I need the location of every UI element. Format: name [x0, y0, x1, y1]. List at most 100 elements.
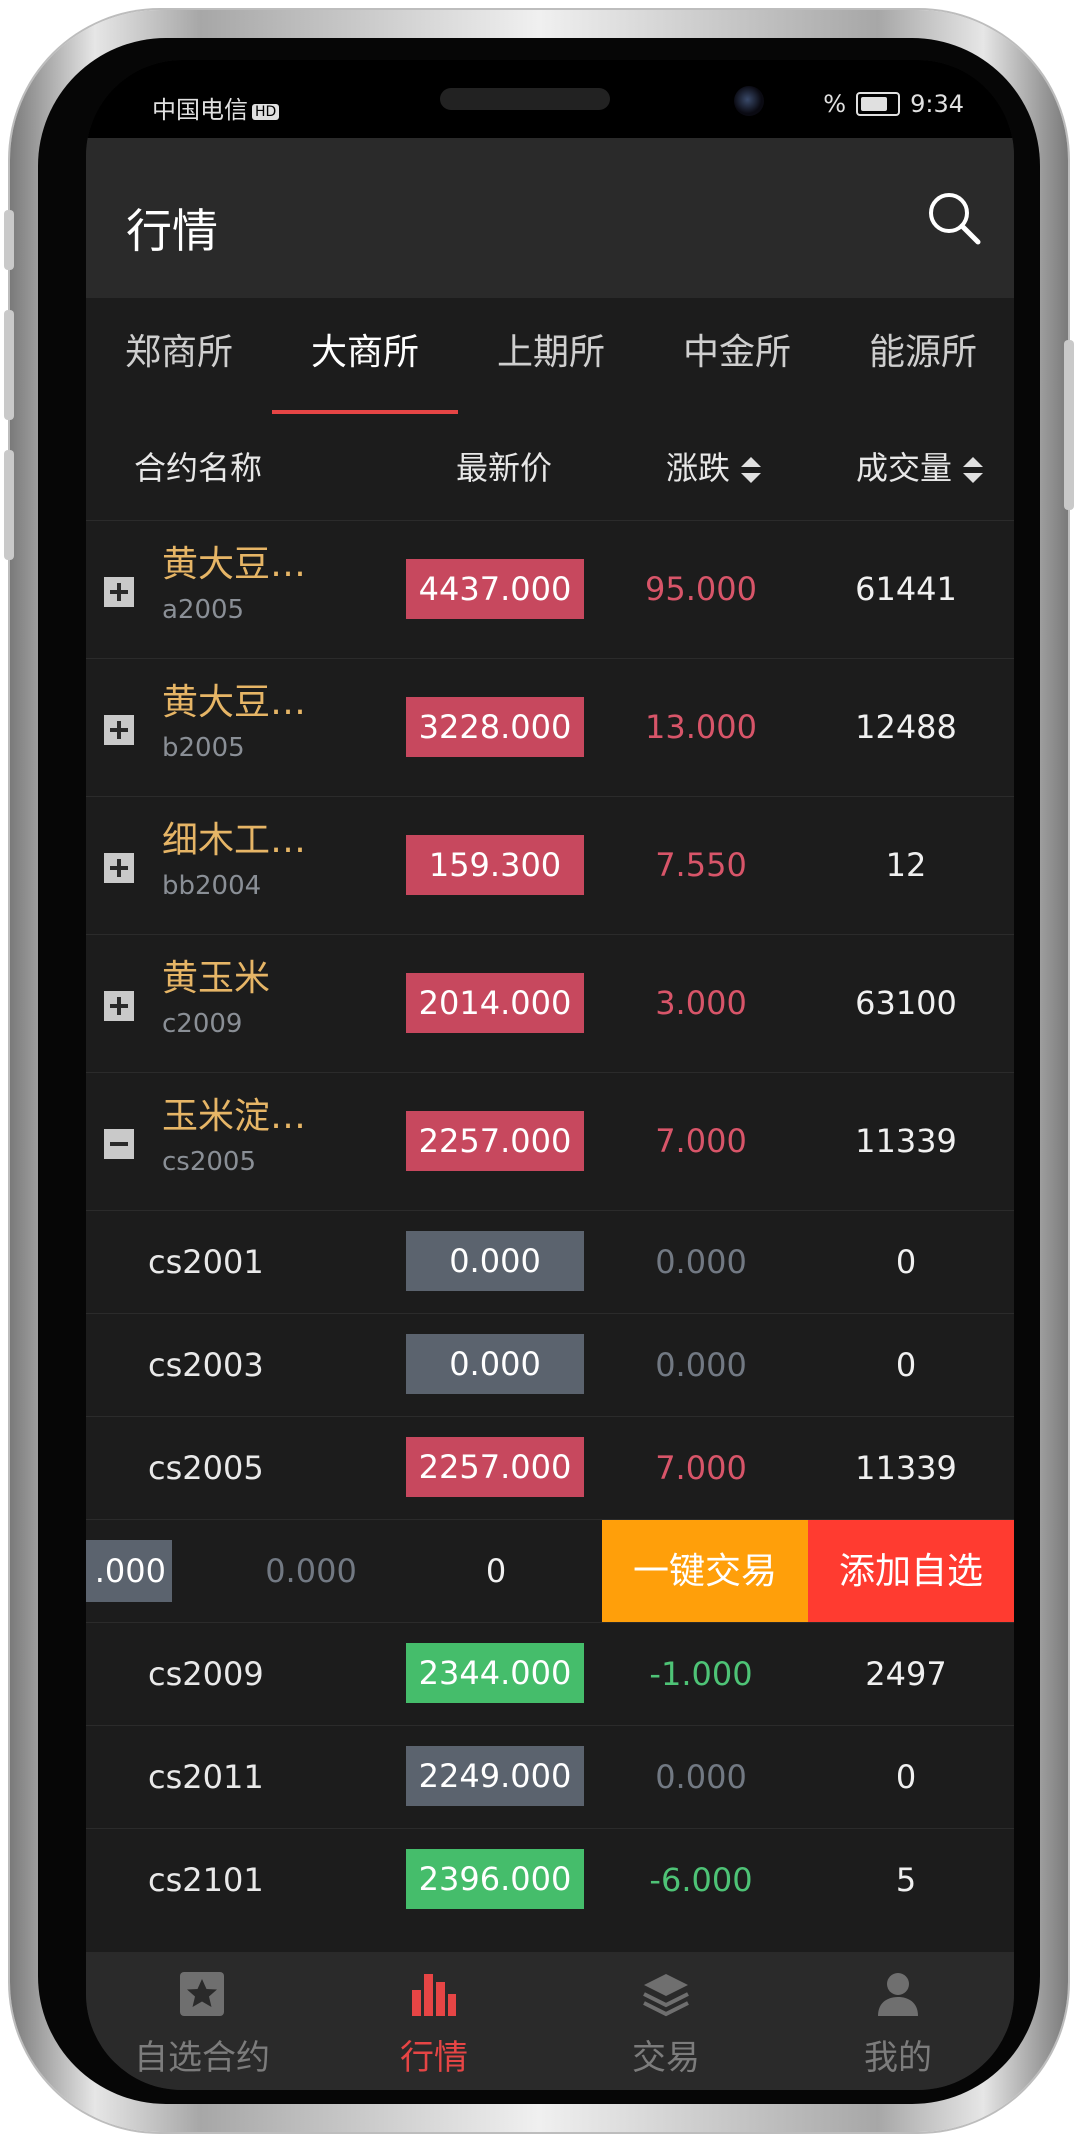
- quick-trade-button[interactable]: 一键交易: [602, 1520, 808, 1623]
- collapse-icon[interactable]: [104, 1129, 134, 1159]
- contract-code: b2005: [162, 733, 245, 763]
- price-change: 0.000: [655, 1758, 747, 1796]
- tab-dce[interactable]: 大商所: [272, 298, 458, 418]
- add-favorite-button[interactable]: 添加自选: [808, 1520, 1014, 1623]
- bottom-nav: 自选合约 行情 交易 我的: [86, 1952, 1014, 2090]
- column-volume[interactable]: 成交量: [856, 418, 984, 518]
- latest-price: 0.000: [406, 1231, 584, 1291]
- tab-ine[interactable]: 能源所: [830, 298, 1014, 418]
- table-row[interactable]: 黄玉米 c2009 2014.000 3.000 63100: [86, 934, 1014, 1073]
- volume: 61441: [855, 570, 957, 608]
- latest-price: 2396.000: [406, 1849, 584, 1909]
- latest-price: 159.300: [406, 835, 584, 895]
- sub-contract-row[interactable]: cs2005 2257.000 7.000 11339: [86, 1416, 1014, 1520]
- latest-price: 2249.000: [406, 1746, 584, 1806]
- sort-icon: [963, 457, 984, 483]
- volume: 12: [885, 846, 927, 884]
- column-change-label: 涨跌: [666, 449, 731, 487]
- column-price: 最新价: [456, 449, 553, 487]
- price-change: -1.000: [649, 1655, 753, 1693]
- expand-icon[interactable]: [104, 853, 134, 883]
- table-row[interactable]: 黄大豆… a2005 4437.000 95.000 61441: [86, 520, 1014, 659]
- latest-price: 2014.000: [406, 973, 584, 1033]
- page-title: 行情: [126, 204, 218, 258]
- carrier: 中国电信 HD: [152, 90, 280, 125]
- price-change: 3.000: [655, 984, 747, 1022]
- column-volume-label: 成交量: [856, 449, 953, 487]
- sub-contract-row[interactable]: cs2003 0.000 0.000 0: [86, 1313, 1014, 1417]
- nav-label: 自选合约: [134, 2038, 270, 2078]
- contract-code: cs2005: [162, 1147, 257, 1177]
- contract-code: cs2009: [148, 1655, 264, 1693]
- power-button: [1064, 340, 1074, 510]
- expand-icon[interactable]: [104, 715, 134, 745]
- latest-price: 2257.000: [406, 1437, 584, 1497]
- sub-contract-row[interactable]: cs2101 2396.000 -6.000 5: [86, 1828, 1014, 1932]
- contract-name: 黄大豆…: [162, 544, 307, 585]
- table-row[interactable]: 细木工… bb2004 159.300 7.550 12: [86, 796, 1014, 935]
- volume: 11339: [855, 1449, 957, 1487]
- column-name: 合约名称: [134, 449, 263, 487]
- table-header: 合约名称 最新价 涨跌 成交量: [86, 418, 1014, 518]
- nav-trade[interactable]: 交易: [550, 1952, 782, 2090]
- contract-name: 黄玉米: [162, 958, 271, 999]
- screen: 中国电信 HD % 9:34 行情 郑商所 大商所 上期所 中金所 能源所 合约…: [86, 60, 1014, 2090]
- nav-market[interactable]: 行情: [318, 1952, 550, 2090]
- expand-icon[interactable]: [104, 577, 134, 607]
- price-change: 7.550: [655, 846, 747, 884]
- battery-icon: [856, 92, 901, 116]
- table-row[interactable]: 玉米淀… cs2005 2257.000 7.000 11339: [86, 1072, 1014, 1211]
- price-change: 0.000: [655, 1346, 747, 1384]
- contract-code: cs2011: [148, 1758, 264, 1796]
- latest-price: 3228.000: [406, 697, 584, 757]
- swiped-row[interactable]: .000 0.000 0 一键交易 添加自选: [86, 1519, 1014, 1623]
- contract-name: 细木工…: [162, 820, 307, 861]
- contract-code: cs2101: [148, 1861, 264, 1899]
- latest-price: 0.000: [406, 1334, 584, 1394]
- contract-code: cs2005: [148, 1449, 264, 1487]
- nav-profile[interactable]: 我的: [782, 1952, 1014, 2090]
- volume: 12488: [855, 708, 957, 746]
- volume: 0: [895, 1758, 917, 1796]
- contract-name: 玉米淀…: [162, 1096, 307, 1137]
- nav-label: 我的: [864, 2038, 932, 2078]
- latest-price: 2344.000: [406, 1643, 584, 1703]
- price-change: 7.000: [655, 1122, 747, 1160]
- search-icon[interactable]: [924, 188, 984, 248]
- sub-contract-row[interactable]: cs2011 2249.000 0.000 0: [86, 1725, 1014, 1829]
- volume-up-button: [4, 310, 14, 420]
- mute-switch: [4, 210, 14, 270]
- tab-zce[interactable]: 郑商所: [86, 298, 272, 418]
- nav-label: 交易: [632, 2038, 700, 2078]
- hd-badge: HD: [252, 104, 280, 120]
- contract-code: bb2004: [162, 871, 262, 901]
- nav-label: 行情: [400, 2038, 468, 2078]
- exchange-tabs: 郑商所 大商所 上期所 中金所 能源所: [86, 298, 1014, 418]
- latest-price: 2257.000: [406, 1111, 584, 1171]
- price-change: -6.000: [649, 1861, 753, 1899]
- volume: 0: [485, 1552, 507, 1590]
- column-change[interactable]: 涨跌: [666, 418, 762, 518]
- expand-icon[interactable]: [104, 991, 134, 1021]
- camera: [734, 86, 764, 116]
- sub-contract-row[interactable]: cs2009 2344.000 -1.000 2497: [86, 1622, 1014, 1726]
- clock: 9:34: [910, 90, 964, 118]
- bar-chart-icon: [412, 1974, 456, 2016]
- volume-down-button: [4, 450, 14, 560]
- latest-price: 4437.000: [406, 559, 584, 619]
- tab-cffex[interactable]: 中金所: [644, 298, 830, 418]
- sort-icon: [741, 457, 762, 483]
- price-change: 95.000: [645, 570, 757, 608]
- contract-code: cs2001: [148, 1243, 264, 1281]
- table-row[interactable]: 黄大豆… b2005 3228.000 13.000 12488: [86, 658, 1014, 797]
- active-tab-indicator: [272, 410, 458, 414]
- app-bar: 行情: [86, 138, 1014, 298]
- tab-shfe[interactable]: 上期所: [458, 298, 644, 418]
- battery-percent: %: [823, 90, 847, 118]
- price-change: 0.000: [265, 1552, 357, 1590]
- volume: 63100: [855, 984, 957, 1022]
- sub-contract-row[interactable]: cs2001 0.000 0.000 0: [86, 1210, 1014, 1314]
- contract-code: c2009: [162, 1009, 243, 1039]
- latest-price: .000: [86, 1540, 172, 1602]
- nav-favorites[interactable]: 自选合约: [86, 1952, 318, 2090]
